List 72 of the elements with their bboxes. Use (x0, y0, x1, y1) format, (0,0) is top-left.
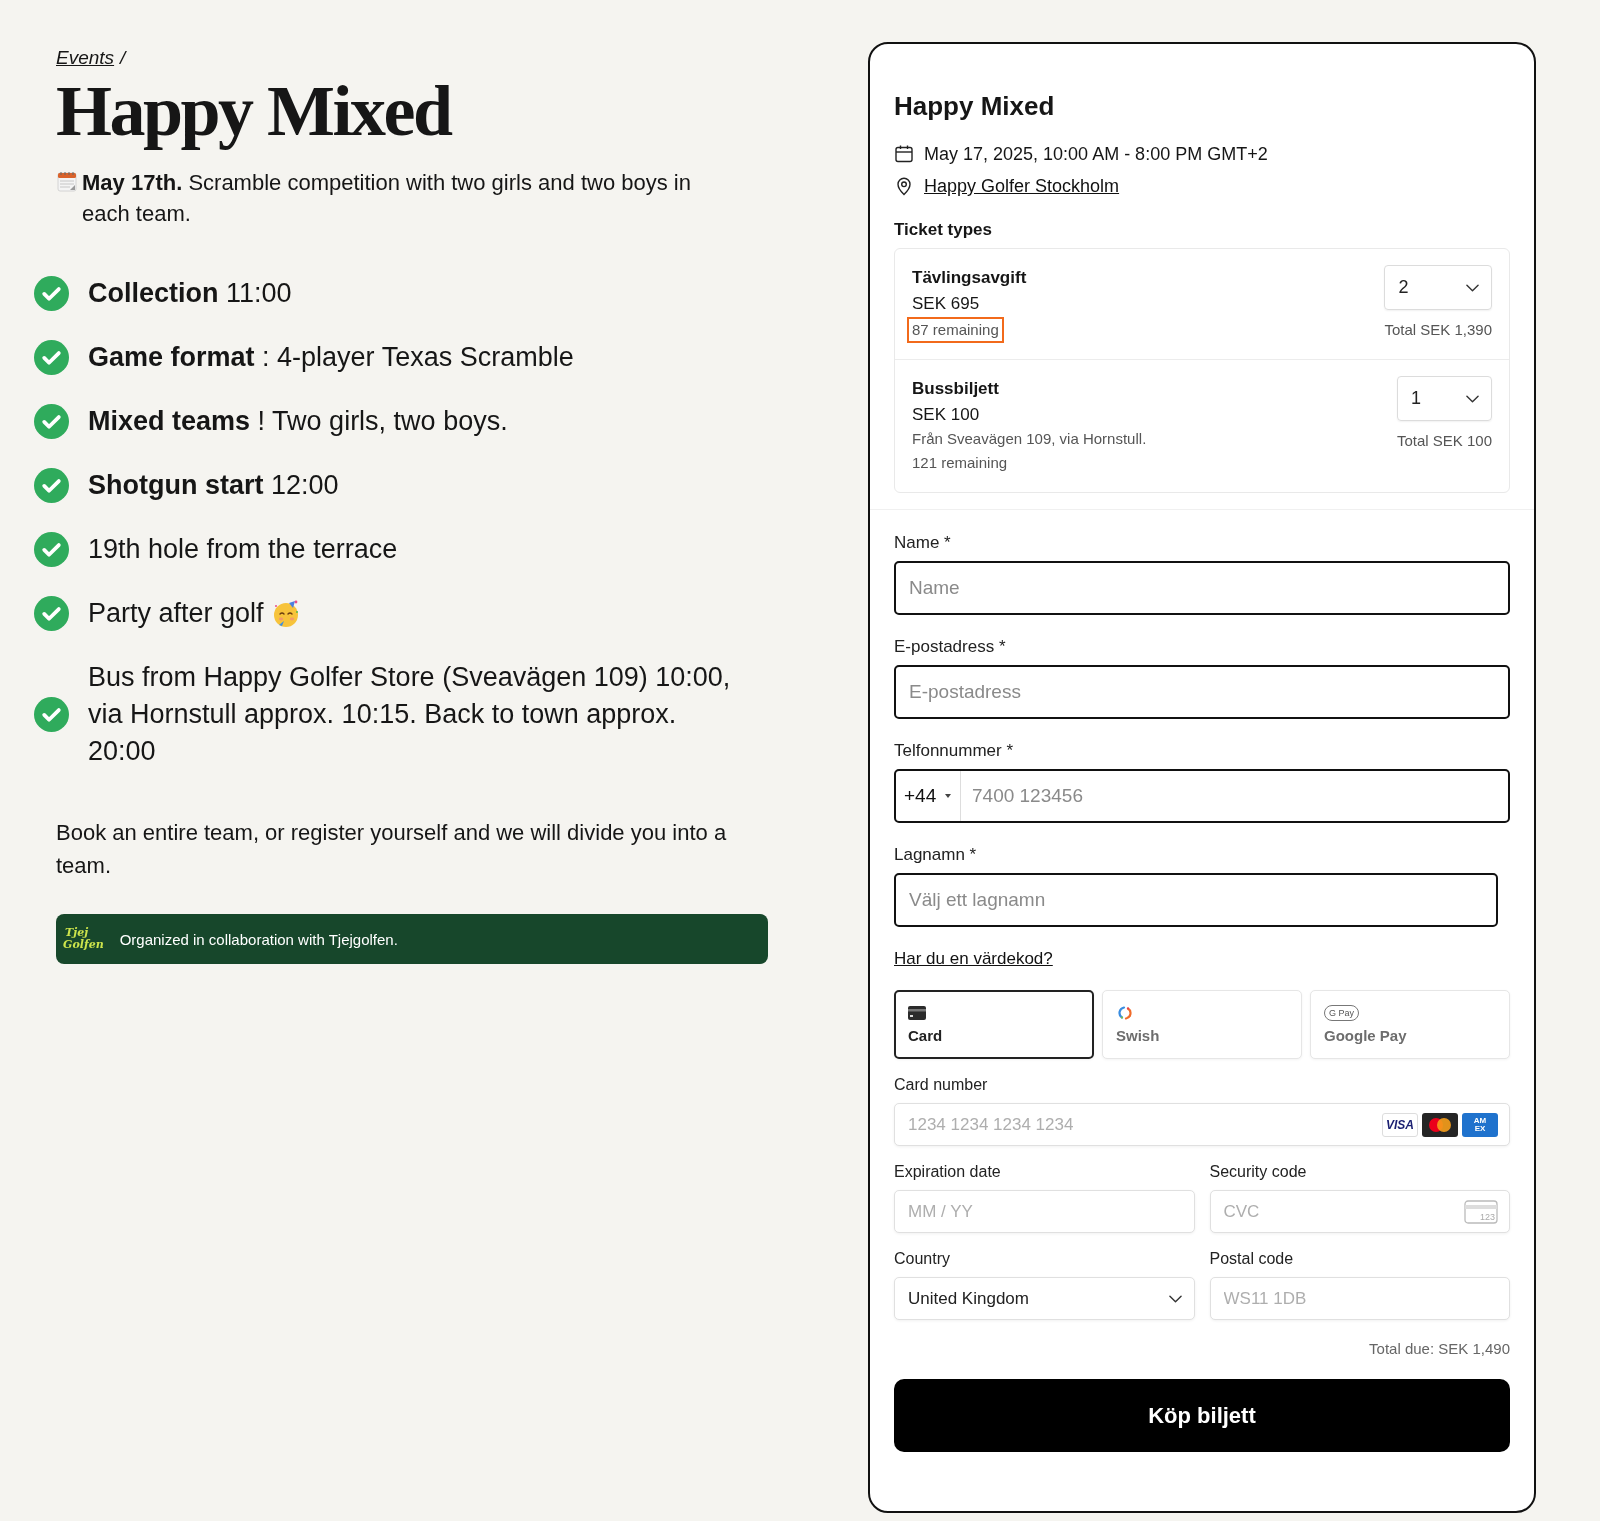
chevron-down-icon (1466, 394, 1479, 403)
ticket-name: Tävlingsavgift (912, 267, 1027, 289)
feature-text: Bus from Happy Golfer Store (Sveavägen 109) 10:00, via Hornstull approx. 10:15. Back to town approx. 20:00 (88, 661, 732, 768)
ticket-total: Total SEK 100 (1396, 431, 1492, 451)
overlapping-circles-icon (1422, 1112, 1458, 1137)
field-label: Name * (894, 532, 952, 554)
field-label: Postal code (1209, 1249, 1295, 1269)
breadcrumb-separator: / (120, 46, 126, 70)
ticket-remaining: 121 remaining (911, 453, 1009, 473)
country-select[interactable]: United Kingdom (894, 1277, 1195, 1320)
event-title: Happy Mixed (56, 71, 453, 151)
feature-text: Party after golf (88, 597, 264, 630)
feature-text: Mixed teams ! Two girls, two boys. (88, 405, 508, 438)
field-label: Country (894, 1249, 952, 1269)
calendar-icon (894, 144, 914, 164)
input-field[interactable]: E-postadress (894, 665, 1510, 719)
caret-down-icon (945, 794, 952, 798)
field-label: Expiration date (894, 1162, 1002, 1182)
feature-text: Game format : 4-player Texas Scramble (88, 341, 574, 374)
check-circle-icon (34, 468, 69, 503)
ticket-price: SEK 695 (912, 293, 980, 315)
ticket-total: Total SEK 1,390 (1384, 320, 1492, 340)
ticket-remaining: 87 remaining (907, 317, 1004, 343)
location-pin-icon (894, 176, 914, 196)
field-label: E-postadress * (894, 636, 1007, 658)
feature-text: Shotgun start 12:00 (88, 469, 339, 502)
field-label: Telfonnummer * (894, 740, 1015, 762)
section-heading: Ticket types (894, 219, 993, 241)
expiry-field[interactable]: MM / YY (894, 1190, 1195, 1233)
feature-text: Collection 11:00 (88, 277, 292, 310)
card-brand-logo: VISA (1382, 1112, 1418, 1137)
ticket-name: Bussbiljett (912, 378, 999, 400)
payment-method-tab[interactable]: Card (894, 990, 1094, 1059)
cvc-card-icon: 123 (1464, 1199, 1498, 1224)
quantity-select[interactable]: 2 (1384, 265, 1492, 310)
input-field[interactable]: Välj ett lagnamn (894, 873, 1498, 927)
organizer-logo: Tjej Golfen (65, 927, 104, 951)
check-circle-icon (34, 532, 69, 567)
ticket-description: Från Sveavägen 109, via Hornstull. (912, 429, 1147, 449)
chevron-down-icon (1466, 283, 1479, 292)
field-label: Lagnamn * (894, 844, 978, 866)
event-date: May 17, 2025, 10:00 AM - 8:00 PM GMT+2 (924, 143, 1268, 166)
check-circle-icon (34, 697, 69, 732)
check-circle-icon (34, 276, 69, 311)
card-brand-logo: AM EX (1462, 1112, 1498, 1137)
payment-method-tab[interactable]: G Pay Google Pay (1310, 990, 1510, 1059)
voucher-link[interactable]: Har du en värdekod? (894, 948, 1053, 970)
quantity-select[interactable]: 1 (1396, 376, 1492, 421)
country-code-select[interactable]: +44 (896, 771, 962, 821)
event-description: May 17th. Scramble competition with two girls and two boys in each team. (82, 169, 692, 228)
check-circle-icon (34, 340, 69, 375)
postal-code-field[interactable]: WS11 1DB (1209, 1277, 1510, 1320)
credit-card-icon (908, 1005, 926, 1021)
venue-link[interactable]: Happy Golfer Stockholm (924, 174, 1120, 198)
total-due-text: Total due: SEK 1,490 (1368, 1339, 1510, 1359)
ticket-price: SEK 100 (912, 404, 980, 426)
banner-text: Organized in collaboration with Tjejgolfen. (119, 930, 398, 948)
booking-note: Book an entire team, or register yourself and we will divide you into a team. (56, 819, 728, 880)
feature-text: 19th hole from the terrace (88, 533, 398, 566)
input-field[interactable]: Name (894, 561, 1510, 615)
check-circle-icon (34, 596, 69, 631)
party-face-icon (271, 599, 300, 628)
swirl-icon (1116, 1005, 1134, 1021)
field-label: Security code (1209, 1162, 1308, 1182)
buy-button[interactable]: Köp biljett (894, 1379, 1510, 1452)
field-label: Card number (894, 1075, 989, 1095)
checkout-title: Happy Mixed (894, 90, 1056, 122)
calendar-icon (56, 171, 78, 193)
breadcrumb-link[interactable]: Events (56, 45, 115, 71)
payment-method-tab[interactable]: Swish (1102, 990, 1302, 1059)
check-circle-icon (34, 404, 69, 439)
chevron-down-icon (1168, 1294, 1182, 1303)
